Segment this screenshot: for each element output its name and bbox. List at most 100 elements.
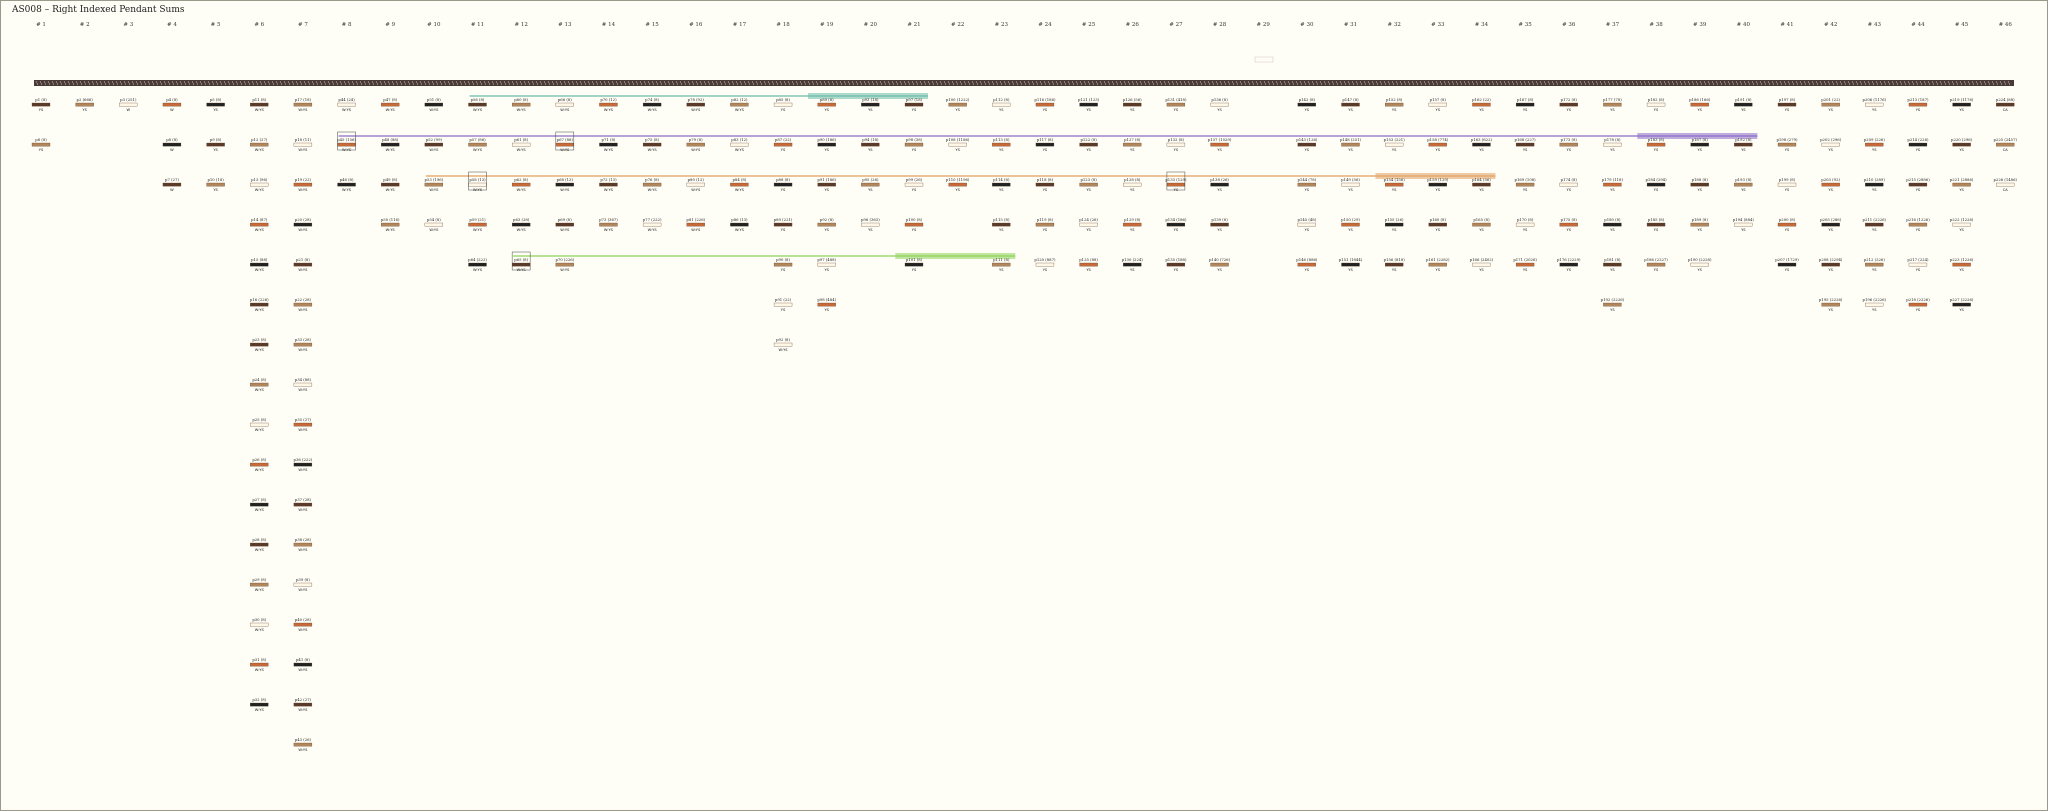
pendant-swatch (1908, 262, 1928, 267)
pendant-color-code: CA (2003, 188, 2009, 192)
pendant-color-code: YS (1741, 148, 1746, 152)
pendant-swatch (250, 142, 269, 147)
pendant-color-code: W:YS (386, 228, 396, 232)
pendant-swatch (1559, 222, 1578, 227)
pendant-label: p16 (226) (250, 297, 269, 302)
pendant-swatch (250, 342, 269, 347)
pendant-swatch (1908, 182, 1928, 187)
pendant-label: p114 (8) (993, 177, 1010, 182)
pendant-label: p193 (8) (1735, 177, 1752, 182)
pendant-label: p115 (8) (993, 217, 1010, 222)
pendant-swatch (293, 382, 313, 387)
pendant-color-code: YS (1654, 148, 1659, 152)
pendant-color-code: YS (213, 188, 218, 192)
pendant-label: p120 (887) (1034, 257, 1056, 262)
pendant-color-code: YS (1348, 228, 1353, 232)
pendant-color-code: YS (1872, 308, 1877, 312)
pendant-label: p35 (27) (295, 417, 312, 422)
pendant-color-code: W:YS (255, 388, 265, 392)
pendant-swatch (468, 102, 487, 107)
pendant-color-code: YS (1567, 228, 1572, 232)
pendant-color-code: YS (1959, 148, 1964, 152)
pendant-label: p70 (226) (555, 257, 574, 262)
pendant-color-code: YS (1086, 148, 1091, 152)
pendant-label: p40 (28) (295, 617, 312, 622)
pendant-label: p38 (28) (295, 537, 312, 542)
pendant-swatch (1908, 142, 1928, 147)
pendant-label: p67 (88) (557, 137, 574, 142)
pendant-swatch (1559, 142, 1578, 147)
pendant-label: p202 (296) (1820, 137, 1842, 142)
pendant-swatch (1734, 142, 1753, 147)
pendant-color-code: W:YS (386, 108, 396, 112)
pendant-label: p196 (2226) (1863, 297, 1887, 302)
pendant-label: p155 (26) (1385, 217, 1404, 222)
pendant-swatch (1341, 102, 1360, 107)
pendant-color-code: W:YS (648, 188, 658, 192)
pendant-color-code: W:YS (604, 108, 614, 112)
pendant-color-code: YS (1959, 188, 1964, 192)
pendant-color-code: YS (1217, 148, 1222, 152)
pendant-swatch (1166, 262, 1186, 267)
pendant-label: p91 (186) (817, 177, 836, 182)
pendant-color-code: W:YS (255, 548, 265, 552)
column-header: # 7 (298, 22, 308, 28)
pendant-label: p82 (12) (731, 97, 748, 102)
column-header: # 30 (1300, 22, 1314, 28)
pendant-color-code: YS (1436, 228, 1441, 232)
pendant-label: p142 (8) (1299, 97, 1316, 102)
pendant-swatch (1428, 222, 1447, 227)
pendant-swatch (773, 342, 793, 347)
pendant-swatch (1035, 182, 1055, 187)
pendant-label: p48 (88) (382, 137, 399, 142)
pendant-label: p174 (8) (1561, 177, 1578, 182)
pendant-label: p34 (88) (295, 377, 312, 382)
pendant-label: p146 (886) (1296, 257, 1318, 262)
pendant-label: p88 (8) (776, 177, 790, 182)
pendant-color-code: YS (955, 108, 960, 112)
pendant-color-code: W:YS (298, 228, 308, 232)
pendant-color-code: YS (1086, 228, 1091, 232)
pendant-color-code: W:YS (779, 348, 789, 352)
pendant-swatch (948, 102, 967, 107)
pendant-swatch (1166, 142, 1186, 147)
pendant-label: p49 (8) (383, 177, 397, 182)
pendant-color-code: W:YS (517, 228, 527, 232)
pendant-label: p50 (116) (381, 217, 400, 222)
pendant-color-code: W:YS (255, 588, 265, 592)
pendant-swatch (424, 222, 444, 227)
pendant-color-code: YS (1174, 228, 1179, 232)
pendant-label: p154 (156) (1384, 177, 1406, 182)
pendant-swatch (1777, 182, 1797, 187)
pendant-label: p39 (8) (296, 577, 310, 582)
pendant-label: p161 (2282) (1426, 257, 1450, 262)
pendant-color-code: YS (781, 108, 786, 112)
pendant-color-code: W:YS (691, 188, 701, 192)
column-header: # 32 (1387, 22, 1400, 28)
pendant-swatch (599, 102, 618, 107)
pendant-label: p185 (8) (1648, 217, 1665, 222)
pendant-swatch (424, 102, 444, 107)
pendant-color-code: YS (1959, 308, 1964, 312)
pendant-color-code: YS (1392, 148, 1397, 152)
column-header: # 23 (995, 22, 1009, 28)
pendant-color-code: YS (1392, 108, 1397, 112)
pendant-label: p171 (2026) (1513, 257, 1537, 262)
pendant-label: p183 (8) (1648, 137, 1665, 142)
pendant-label: p65 (8) (514, 257, 528, 262)
pendant-swatch (250, 622, 269, 627)
pendant-color-code: YS (1697, 268, 1702, 272)
pendant-label: p22 (28) (295, 297, 312, 302)
pendant-swatch (1821, 142, 1840, 147)
pendant-color-code: W:YS (298, 348, 308, 352)
pendant-swatch (1472, 182, 1491, 187)
pendant-label: p160 (8) (1430, 217, 1447, 222)
column-header: # 5 (211, 22, 221, 28)
khipu-diagram: # 1 # 2 # 3 # 4 # 5 # 6 # 7 # 8 # 9 # 10 # 11 # 12 #… (31, 22, 2018, 752)
pendant-color-code: YS (1305, 188, 1310, 192)
pendant-color-code: YS (1174, 268, 1179, 272)
pendant-label: p122 (8) (1080, 137, 1097, 142)
pendant-label: p149 (56) (1341, 177, 1360, 182)
pendant-label: p85 (8) (776, 97, 790, 102)
column-header: # 41 (1780, 22, 1793, 28)
